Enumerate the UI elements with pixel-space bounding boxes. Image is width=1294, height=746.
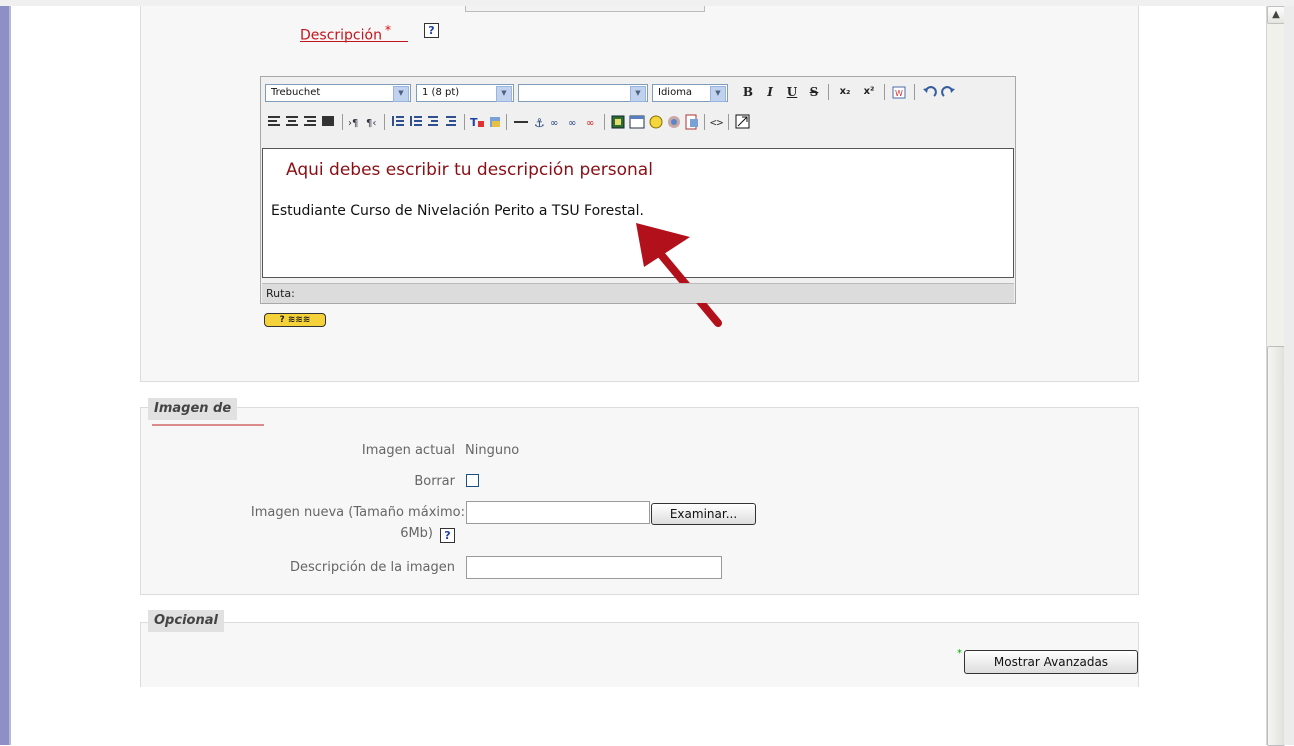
chevron-down-icon: ▼ [393,86,409,102]
svg-text:¶‹: ¶‹ [366,118,376,129]
editor-help-badge[interactable]: ? ≋≋≋ [264,313,326,327]
editor-path-bar: Ruta: [262,283,1014,303]
current-image-value: Ninguno [465,443,520,458]
clean-word-icon[interactable]: W [892,86,908,100]
top-edge [0,0,1294,6]
outdent-icon [428,116,438,126]
chevron-down-icon: ▼ [496,86,512,102]
toolbar-row-2-icons: ›¶ ¶‹ T ⚓ ∞ ∞ ∞ <> [268,114,750,130]
undo-icon[interactable] [922,86,938,100]
subscript-button[interactable]: x₂ [834,83,856,101]
language-select[interactable]: Idioma ▼ [652,84,728,102]
horizontal-rule-icon [514,121,528,123]
ordered-list-icon [392,116,404,126]
svg-text:∞: ∞ [568,118,576,129]
annotation-arrow-icon [636,223,722,327]
description-label: Descripción * [300,20,391,44]
scroll-up-arrow-icon[interactable]: ▲ [1267,6,1285,24]
show-advanced-button[interactable]: Mostrar Avanzadas [964,650,1138,674]
image-description-input[interactable] [466,556,722,579]
toolbar-separator [884,84,885,100]
window-left-border [0,0,9,745]
italic-button[interactable]: I [762,83,778,101]
delete-label: Borrar [414,474,455,489]
svg-text:∞: ∞ [550,118,558,129]
description-label-underline [300,41,408,42]
font-family-value: Trebuchet [271,87,321,98]
file-path-input[interactable] [466,501,650,524]
new-image-help-icon[interactable]: ? [440,528,455,543]
editor-toolbar-row-2: ›¶ ¶‹ T ⚓ ∞ ∞ ∞ <> [266,112,1006,132]
language-value: Idioma [658,87,693,98]
bold-button[interactable]: B [740,83,756,101]
toolbar-separator [828,84,829,100]
image-legend-underline [152,424,264,426]
chevron-down-icon: ▼ [630,86,646,102]
scroll-thumb[interactable] [1267,346,1285,746]
redo-icon[interactable] [940,86,956,100]
chevron-down-icon: ▼ [710,86,726,102]
vertical-scrollbar[interactable]: ▲ [1266,6,1285,746]
new-image-label-line2: 6Mb) [400,526,433,541]
justify-icon [322,116,334,126]
superscript-button[interactable]: x² [858,83,880,101]
current-image-label: Imagen actual [361,443,455,458]
font-family-select[interactable]: Trebuchet ▼ [265,84,411,102]
new-image-label-line1: Imagen nueva (Tamaño máximo: [250,505,465,520]
delete-checkbox[interactable] [466,474,479,487]
editor-text[interactable]: Estudiante Curso de Nivelación Perito a … [271,203,644,219]
toolbar-separator [914,84,915,100]
unordered-list-icon [410,116,422,126]
browse-button[interactable]: Examinar... [651,503,756,525]
font-size-select[interactable]: 1 (8 pt) ▼ [416,84,514,102]
required-mark: * [384,23,391,37]
advanced-marker: * [957,648,962,659]
path-label: Ruta: [266,287,295,300]
align-right-icon [304,116,316,126]
indent-icon [446,116,456,126]
image-description-label: Descripción de la imagen [289,560,455,575]
svg-text:⚓: ⚓ [534,116,545,130]
align-center-icon [286,116,298,126]
description-help-icon[interactable]: ? [424,23,439,38]
style-select[interactable]: ▼ [518,84,648,102]
svg-text:›¶: ›¶ [348,118,358,129]
svg-text:∞: ∞ [586,118,594,129]
image-legend: Imagen de [148,398,238,420]
svg-text:T: T [470,116,478,129]
annotation-heading: Aqui debes escribir tu descripción perso… [286,160,653,180]
strikethrough-button[interactable]: S [806,83,822,101]
optional-legend: Opcional [148,610,224,632]
font-size-value: 1 (8 pt) [422,87,460,98]
underline-button[interactable]: U [784,83,800,101]
align-left-icon [268,116,280,126]
svg-text:<>: <> [710,116,724,129]
svg-text:W: W [895,89,903,98]
window-right-edge [1284,0,1294,745]
